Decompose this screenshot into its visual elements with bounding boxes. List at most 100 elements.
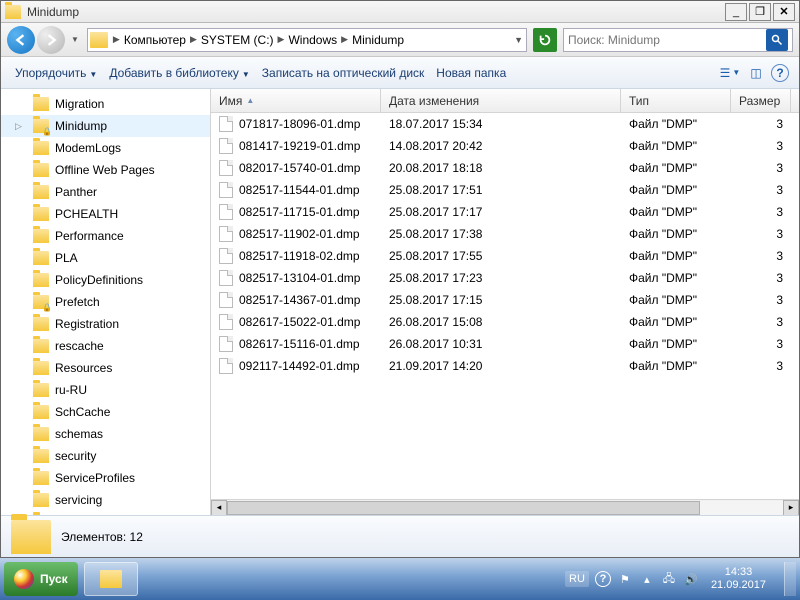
chevron-right-icon[interactable]: ▶ xyxy=(277,34,286,45)
tree-item[interactable]: ModemLogs xyxy=(1,137,210,159)
search-box[interactable] xyxy=(563,28,793,52)
file-row[interactable]: 082517-11918-02.dmp25.08.2017 17:55Файл … xyxy=(211,245,799,267)
file-size: 3 xyxy=(731,139,791,153)
breadcrumb-segment[interactable]: SYSTEM (C:) xyxy=(198,33,277,47)
folder-icon xyxy=(33,493,49,507)
tree-item[interactable]: rescache xyxy=(1,335,210,357)
file-date: 18.07.2017 15:34 xyxy=(381,117,621,131)
file-row[interactable]: 071817-18096-01.dmp18.07.2017 15:34Файл … xyxy=(211,113,799,135)
close-button[interactable]: ✕ xyxy=(773,3,795,21)
file-name: 082517-11544-01.dmp xyxy=(239,183,360,197)
tree-item[interactable]: Prefetch xyxy=(1,291,210,313)
breadcrumb-segment[interactable]: Minidump xyxy=(349,33,407,47)
titlebar[interactable]: Minidump _ ❐ ✕ xyxy=(1,1,799,23)
organize-label: Упорядочить xyxy=(15,66,86,80)
column-date[interactable]: Дата изменения xyxy=(381,89,621,112)
file-row[interactable]: 082617-15116-01.dmp26.08.2017 10:31Файл … xyxy=(211,333,799,355)
breadcrumb-segment[interactable]: Windows xyxy=(285,33,340,47)
scroll-thumb[interactable] xyxy=(227,501,700,515)
tree-item[interactable]: ▷Minidump xyxy=(1,115,210,137)
taskbar-explorer[interactable] xyxy=(84,562,138,596)
file-icon xyxy=(219,292,233,308)
taskbar: Пуск RU ? ⚑ ▴ 🖧 🔊 14:33 21.09.2017 xyxy=(0,558,800,600)
file-row[interactable]: 082517-13104-01.dmp25.08.2017 17:23Файл … xyxy=(211,267,799,289)
tree-item[interactable]: schemas xyxy=(1,423,210,445)
file-row[interactable]: 082517-14367-01.dmp25.08.2017 17:15Файл … xyxy=(211,289,799,311)
tree-item[interactable]: Registration xyxy=(1,313,210,335)
tree-item[interactable]: Performance xyxy=(1,225,210,247)
breadcrumb[interactable]: ▶ Компьютер ▶ SYSTEM (C:) ▶ Windows ▶ Mi… xyxy=(87,28,527,52)
search-button[interactable] xyxy=(766,29,788,51)
help-tray-icon[interactable]: ? xyxy=(595,571,611,587)
burn-button[interactable]: Записать на оптический диск xyxy=(256,62,431,84)
search-input[interactable] xyxy=(568,33,762,47)
column-size[interactable]: Размер xyxy=(731,89,791,112)
folder-tree[interactable]: Migration▷MinidumpModemLogsOffline Web P… xyxy=(1,89,211,515)
chevron-right-icon[interactable]: ▶ xyxy=(112,34,121,45)
file-name: 071817-18096-01.dmp xyxy=(239,117,360,131)
tree-item[interactable]: servicing xyxy=(1,489,210,511)
tray-expand-icon[interactable]: ▴ xyxy=(639,571,655,587)
tree-item[interactable]: PCHEALTH xyxy=(1,203,210,225)
tree-item-label: Prefetch xyxy=(55,295,100,309)
file-row[interactable]: 082017-15740-01.dmp20.08.2017 18:18Файл … xyxy=(211,157,799,179)
chevron-right-icon[interactable]: ▶ xyxy=(189,34,198,45)
tree-item[interactable]: Migration xyxy=(1,93,210,115)
network-icon[interactable]: 🖧 xyxy=(661,571,677,587)
column-type[interactable]: Тип xyxy=(621,89,731,112)
column-name[interactable]: Имя▲ xyxy=(211,89,381,112)
file-row[interactable]: 092117-14492-01.dmp21.09.2017 14:20Файл … xyxy=(211,355,799,377)
folder-icon xyxy=(33,405,49,419)
tree-item[interactable]: ru-RU xyxy=(1,379,210,401)
file-icon xyxy=(219,358,233,374)
scroll-track[interactable] xyxy=(227,501,783,515)
include-library-menu[interactable]: Добавить в библиотеку▼ xyxy=(103,62,255,84)
help-button[interactable]: ? xyxy=(771,64,789,82)
file-list: Имя▲ Дата изменения Тип Размер 071817-18… xyxy=(211,89,799,515)
tree-item[interactable]: ServiceProfiles xyxy=(1,467,210,489)
file-icon xyxy=(219,182,233,198)
tree-item-label: security xyxy=(55,449,96,463)
tree-item[interactable]: Resources xyxy=(1,357,210,379)
file-rows[interactable]: 071817-18096-01.dmp18.07.2017 15:34Файл … xyxy=(211,113,799,499)
file-row[interactable]: 082517-11902-01.dmp25.08.2017 17:38Файл … xyxy=(211,223,799,245)
file-date: 21.09.2017 14:20 xyxy=(381,359,621,373)
folder-icon xyxy=(33,141,49,155)
language-indicator[interactable]: RU xyxy=(565,571,589,587)
back-button[interactable] xyxy=(7,26,35,54)
start-button[interactable]: Пуск xyxy=(4,562,78,596)
organize-menu[interactable]: Упорядочить▼ xyxy=(9,62,103,84)
file-name: 081417-19219-01.dmp xyxy=(239,139,360,153)
file-row[interactable]: 082517-11544-01.dmp25.08.2017 17:51Файл … xyxy=(211,179,799,201)
tree-item[interactable]: Panther xyxy=(1,181,210,203)
item-count: Элементов: 12 xyxy=(61,530,143,544)
minimize-button[interactable]: _ xyxy=(725,3,747,21)
recent-dropdown-icon[interactable]: ▼ xyxy=(71,35,79,44)
clock[interactable]: 14:33 21.09.2017 xyxy=(705,566,772,592)
refresh-button[interactable] xyxy=(533,28,557,52)
preview-pane-button[interactable]: ◫ xyxy=(745,62,767,84)
chevron-right-icon[interactable]: ▶ xyxy=(340,34,349,45)
scroll-left-button[interactable]: ◂ xyxy=(211,500,227,516)
explorer-body: Migration▷MinidumpModemLogsOffline Web P… xyxy=(1,89,799,515)
horizontal-scrollbar[interactable]: ◂ ▸ xyxy=(211,499,799,515)
tree-item[interactable]: PLA xyxy=(1,247,210,269)
tree-item[interactable]: Offline Web Pages xyxy=(1,159,210,181)
tree-item[interactable]: PolicyDefinitions xyxy=(1,269,210,291)
file-row[interactable]: 081417-19219-01.dmp14.08.2017 20:42Файл … xyxy=(211,135,799,157)
new-folder-button[interactable]: Новая папка xyxy=(430,62,512,84)
maximize-button[interactable]: ❐ xyxy=(749,3,771,21)
expand-icon[interactable]: ▷ xyxy=(15,121,25,132)
chevron-down-icon[interactable]: ▼ xyxy=(513,35,524,45)
file-row[interactable]: 082617-15022-01.dmp26.08.2017 15:08Файл … xyxy=(211,311,799,333)
tree-item[interactable]: SchCache xyxy=(1,401,210,423)
action-center-icon[interactable]: ⚑ xyxy=(617,571,633,587)
show-desktop-button[interactable] xyxy=(784,562,796,596)
volume-icon[interactable]: 🔊 xyxy=(683,571,699,587)
scroll-right-button[interactable]: ▸ xyxy=(783,500,799,516)
file-row[interactable]: 082517-11715-01.dmp25.08.2017 17:17Файл … xyxy=(211,201,799,223)
view-options-button[interactable]: ☰▼ xyxy=(719,62,741,84)
breadcrumb-segment[interactable]: Компьютер xyxy=(121,33,189,47)
tree-item[interactable]: security xyxy=(1,445,210,467)
forward-button[interactable] xyxy=(37,26,65,54)
